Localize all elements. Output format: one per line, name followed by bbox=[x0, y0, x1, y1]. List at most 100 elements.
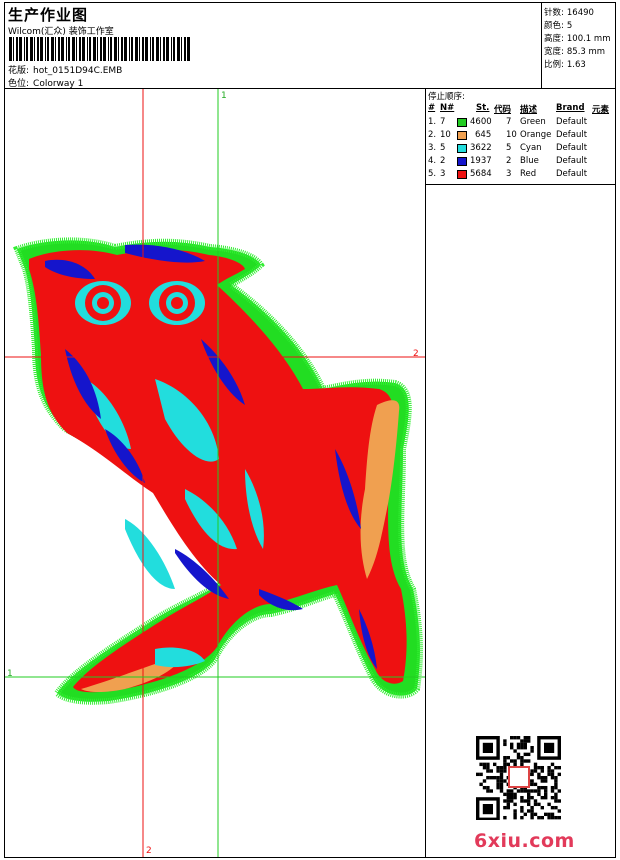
barcode-bar bbox=[16, 37, 18, 61]
qr-module bbox=[520, 759, 524, 763]
qr-module bbox=[482, 762, 487, 767]
color-swatch bbox=[457, 118, 467, 127]
row-brand: Default bbox=[556, 143, 588, 153]
qr-module bbox=[530, 749, 534, 753]
qr-module bbox=[510, 789, 514, 793]
qr-module bbox=[540, 765, 544, 770]
barcode-bar bbox=[173, 37, 175, 61]
qr-module bbox=[503, 755, 507, 760]
qr-module bbox=[503, 739, 507, 743]
stat-value: 16490 bbox=[566, 8, 594, 18]
qr-module bbox=[554, 785, 558, 790]
color-swatch bbox=[457, 131, 467, 140]
qr-code bbox=[476, 736, 566, 824]
qr-module bbox=[503, 815, 507, 820]
barcode-bar bbox=[110, 37, 112, 61]
qr-module bbox=[486, 765, 490, 770]
col-header-st: St. bbox=[476, 103, 490, 113]
qr-module bbox=[513, 812, 517, 817]
qr-module bbox=[537, 792, 541, 797]
color-swatch bbox=[457, 170, 467, 179]
col-header-brand: Brand bbox=[556, 103, 585, 113]
production-worksheet: 生产作业图 Wilcom(汇众) 装饰工作室 花版: hot_0151D94C.E… bbox=[4, 2, 616, 858]
barcode-bar bbox=[166, 37, 169, 61]
barcode-bar bbox=[177, 37, 180, 61]
qr-module bbox=[544, 792, 548, 797]
qr-module bbox=[503, 792, 507, 797]
qr-finder bbox=[544, 742, 555, 753]
watermark-site: 6xiu.com bbox=[474, 830, 575, 852]
qr-module bbox=[499, 789, 504, 793]
qr-module bbox=[482, 779, 487, 783]
col-header-n: N# bbox=[440, 103, 455, 113]
table-row: 2. 10 645 10 Orange Default bbox=[426, 130, 615, 143]
qr-module bbox=[479, 762, 483, 767]
qr-module bbox=[550, 795, 555, 800]
qr-module bbox=[523, 789, 527, 793]
qr-module bbox=[537, 775, 541, 780]
qr-center-logo bbox=[508, 766, 530, 788]
col-header-code: 代码 bbox=[494, 105, 512, 115]
owl-embroidery-artwork: 1 2 1 2 bbox=[5, 89, 425, 857]
qr-module bbox=[496, 785, 500, 790]
barcode-bar bbox=[40, 37, 43, 61]
qr-module bbox=[513, 815, 517, 820]
qr-module bbox=[550, 789, 555, 793]
qr-module bbox=[520, 742, 524, 747]
qr-module bbox=[547, 765, 551, 770]
design-file-name: hot_0151D94C.EMB bbox=[33, 66, 123, 76]
qr-module bbox=[506, 795, 510, 800]
qr-module bbox=[547, 769, 551, 773]
qr-module bbox=[544, 795, 548, 800]
qr-module bbox=[530, 809, 534, 813]
qr-module bbox=[540, 785, 544, 790]
row-needle: 3 bbox=[440, 169, 446, 179]
qr-module bbox=[550, 785, 555, 790]
barcode-bar bbox=[156, 37, 159, 61]
color-swatch bbox=[457, 157, 467, 166]
barcode-bar bbox=[66, 37, 67, 61]
qr-module bbox=[499, 772, 504, 777]
qr-module bbox=[489, 775, 493, 780]
barcode-bar bbox=[58, 37, 60, 61]
qr-module bbox=[510, 792, 514, 797]
qr-module bbox=[520, 805, 524, 810]
qr-module bbox=[533, 789, 538, 793]
page-title: 生产作业图 bbox=[8, 6, 89, 24]
qr-module bbox=[533, 769, 538, 773]
qr-module bbox=[520, 739, 524, 743]
stat-stitches: 针数: 16490 bbox=[544, 6, 594, 18]
qr-module bbox=[550, 805, 555, 810]
qr-module bbox=[520, 745, 524, 750]
row-index: 2. bbox=[428, 130, 437, 140]
qr-module bbox=[530, 789, 534, 793]
qr-module bbox=[547, 772, 551, 777]
qr-module bbox=[489, 789, 493, 793]
qr-module bbox=[493, 762, 497, 767]
stat-width: 宽度: 85.3 mm bbox=[544, 45, 605, 57]
barcode-bar bbox=[51, 37, 54, 61]
row-code: 10 bbox=[506, 130, 517, 140]
stat-value: 1.63 bbox=[566, 60, 586, 70]
qr-module bbox=[530, 779, 534, 783]
guide-label-bottom: 2 bbox=[146, 846, 152, 856]
qr-module bbox=[476, 772, 480, 777]
barcode-bar bbox=[131, 37, 133, 61]
qr-module bbox=[506, 792, 510, 797]
row-brand: Default bbox=[556, 117, 588, 127]
qr-module bbox=[530, 782, 534, 787]
qr-module bbox=[520, 795, 524, 800]
qr-module bbox=[479, 782, 483, 787]
qr-module bbox=[496, 779, 500, 783]
qr-module bbox=[530, 805, 534, 810]
qr-module bbox=[550, 772, 555, 777]
stat-label: 宽度: bbox=[544, 47, 564, 57]
qr-module bbox=[527, 809, 531, 813]
row-stitches: 4600 bbox=[470, 117, 492, 127]
guide-label-right: 2 bbox=[413, 349, 419, 359]
header-info-panel: 生产作业图 Wilcom(汇众) 装饰工作室 花版: hot_0151D94C.E… bbox=[5, 3, 542, 89]
qr-module bbox=[503, 742, 507, 747]
qr-module bbox=[554, 775, 558, 780]
qr-module bbox=[496, 769, 500, 773]
barcode-bar bbox=[97, 37, 98, 61]
